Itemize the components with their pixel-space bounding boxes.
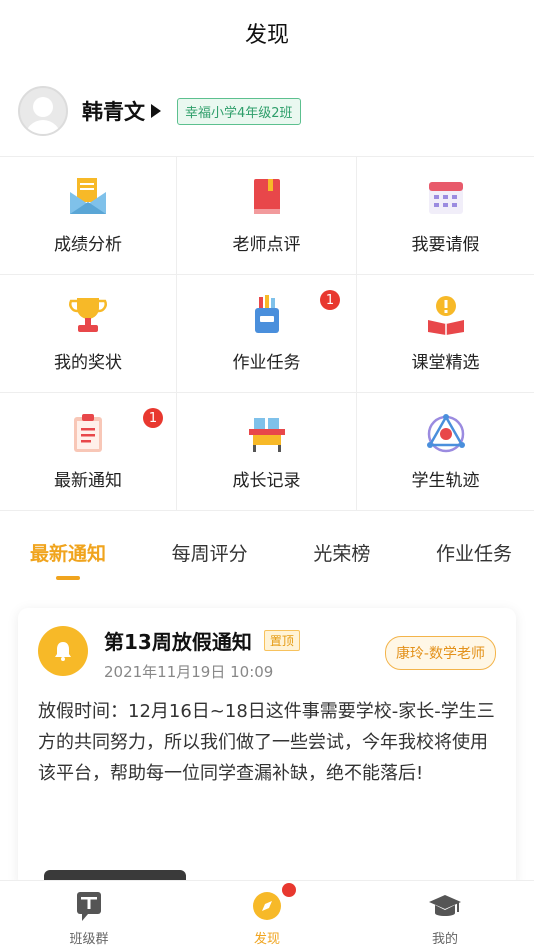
notification-badge: 1 [320, 290, 340, 310]
graduation-cap-icon [429, 895, 461, 916]
grid-item-label: 我的奖状 [54, 353, 122, 373]
bottom-navigation: 班级群 发现 我的 [0, 880, 534, 950]
notification-badge: 1 [143, 408, 163, 428]
tab-latest-notice[interactable]: 最新通知 [30, 539, 106, 580]
grid-item-class-picks[interactable]: 课堂精选 [357, 275, 534, 393]
teacher-tag[interactable]: 康玲-数学老师 [384, 636, 496, 670]
trophy-icon [69, 298, 107, 332]
trajectory-icon [426, 414, 465, 453]
grid-item-score-analysis[interactable]: 成绩分析 [0, 157, 177, 275]
grid-item-awards[interactable]: 我的奖状 [0, 275, 177, 393]
grid-item-growth-record[interactable]: 成长记录 [177, 393, 357, 511]
feature-grid: 成绩分析 老师点评 我要请假 我的奖状 作业任务 1 课堂精选 最新通知 1 成… [0, 156, 534, 511]
user-name: 韩青文 [82, 100, 145, 124]
red-book-icon [253, 179, 280, 214]
class-badge: 幸福小学4年级2班 [177, 97, 301, 125]
pinned-badge: 置顶 [263, 630, 300, 651]
grid-item-leave-request[interactable]: 我要请假 [357, 157, 534, 275]
nav-discover[interactable]: 发现 [178, 881, 356, 950]
grid-item-label: 最新通知 [54, 471, 122, 491]
clipboard-icon [74, 414, 102, 452]
grid-item-label: 作业任务 [232, 353, 301, 373]
notice-card[interactable]: 第13周放假通知 置顶 2021年11月19日 10:09 康玲-数学老师 放假… [18, 608, 516, 888]
grid-item-label: 老师点评 [232, 235, 301, 255]
nav-label: 我的 [431, 932, 458, 947]
tab-homework[interactable]: 作业任务 [436, 539, 512, 566]
page-title: 发现 [244, 23, 289, 48]
notice-body: 放假时间：12月16日~18日这件事需要学校-家长-学生三方的共同努力，所以我们… [38, 701, 495, 784]
grid-item-label: 我要请假 [411, 235, 480, 255]
open-book-icon [427, 296, 464, 335]
grid-item-label: 课堂精选 [411, 353, 480, 373]
grid-item-homework[interactable]: 作业任务 1 [177, 275, 357, 393]
notice-date: 2021年11月19日 10:09 [104, 663, 274, 681]
grid-item-label: 成长记录 [232, 471, 301, 491]
voice-icon[interactable] [149, 102, 163, 120]
nav-label: 班级群 [69, 932, 109, 947]
bell-icon [38, 626, 88, 676]
desk-icon [248, 418, 285, 452]
tab-weekly-score[interactable]: 每周评分 [172, 539, 248, 566]
notification-dot [282, 883, 296, 897]
calendar-icon [428, 182, 463, 214]
class-group-icon [77, 892, 101, 921]
notice-title: 第13周放假通知 [104, 630, 252, 654]
compass-icon [253, 892, 281, 920]
tab-honor-roll[interactable]: 光荣榜 [313, 539, 370, 566]
tab-bar: 最新通知 每周评分 光荣榜 作业任务 [0, 511, 534, 593]
envelope-report-icon [70, 178, 106, 214]
grid-item-label: 学生轨迹 [411, 471, 480, 491]
grid-item-label: 成绩分析 [54, 235, 122, 255]
grid-item-teacher-review[interactable]: 老师点评 [177, 157, 357, 275]
grid-item-student-trajectory[interactable]: 学生轨迹 [357, 393, 534, 511]
grid-item-latest-notice[interactable]: 最新通知 1 [0, 393, 177, 511]
avatar[interactable] [18, 86, 68, 136]
profile-section[interactable]: 韩青文 幸福小学4年级2班 [0, 66, 534, 156]
nav-class-group[interactable]: 班级群 [0, 881, 178, 950]
user-name-row: 韩青文 [82, 96, 163, 126]
nav-label: 发现 [253, 932, 280, 947]
nav-mine[interactable]: 我的 [356, 881, 534, 950]
pencil-cup-icon [254, 295, 279, 333]
